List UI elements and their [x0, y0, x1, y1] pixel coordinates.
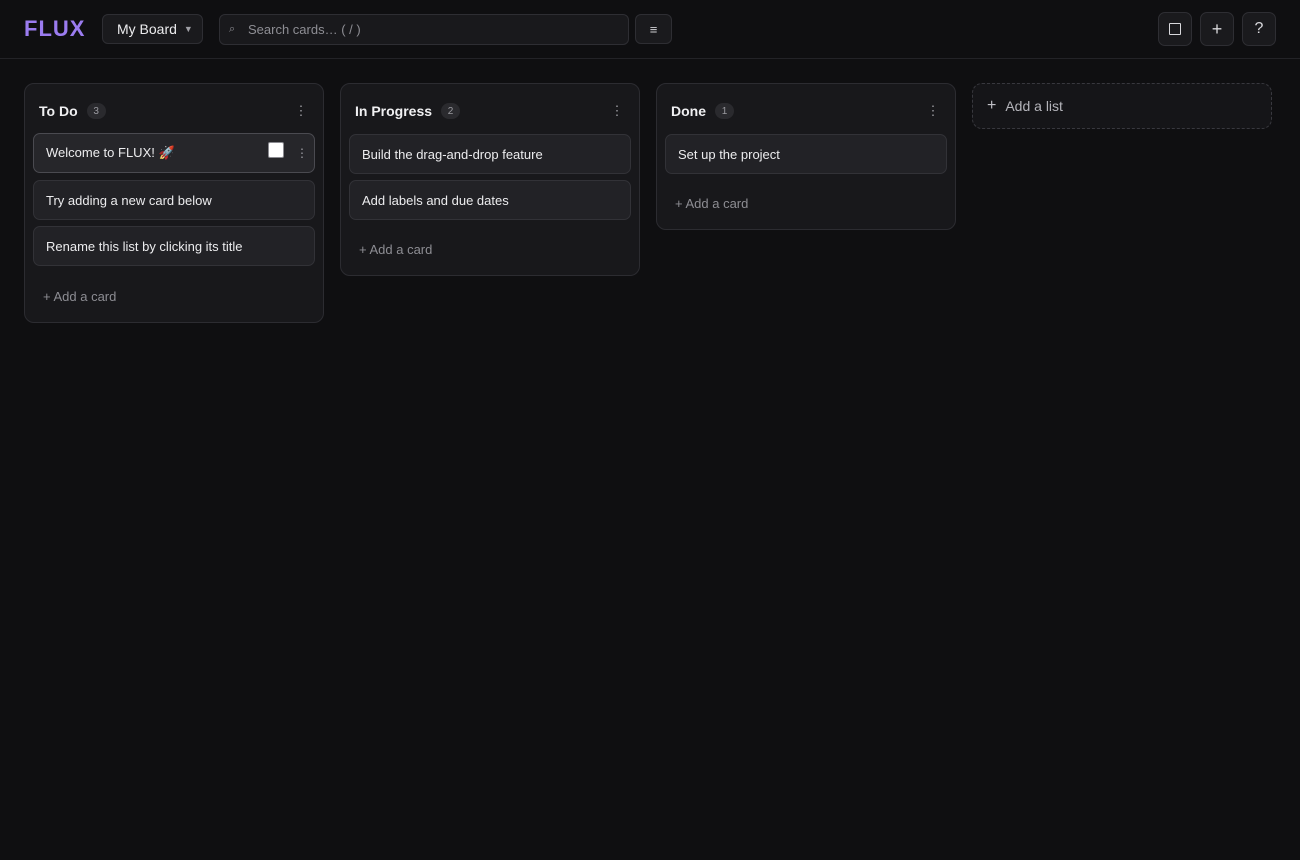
square-button[interactable] [1158, 12, 1192, 46]
search-input[interactable] [248, 15, 618, 44]
menu-icon: ≡ [649, 21, 658, 37]
card[interactable]: Try adding a new card below [33, 180, 315, 220]
card-title: Build the drag-and-drop feature [362, 146, 543, 162]
square-icon [1169, 23, 1181, 35]
search-icon: ⌕ [229, 23, 236, 35]
list-todo: To Do 3 ⋮ Welcome to FLUX! 🚀 ⋮ Try addin… [24, 83, 324, 323]
list-header: In Progress 2 ⋮ [355, 102, 629, 120]
help-button[interactable]: ? [1242, 12, 1276, 46]
card-title: Rename this list by clicking its title [46, 238, 243, 254]
card-title: Add labels and due dates [362, 192, 509, 208]
add-list-label: Add a list [1005, 98, 1063, 114]
search-box[interactable]: ⌕ [219, 14, 629, 45]
list-menu-icon[interactable]: ⋮ [609, 102, 625, 120]
board-selector[interactable]: My Board ▼ [102, 14, 203, 44]
card-count-badge: 1 [715, 103, 734, 119]
card-title: Try adding a new card below [46, 192, 212, 208]
card[interactable]: Set up the project [665, 134, 947, 174]
top-bar: FLUX My Board ▼ ⌕ ≡ + ? [0, 0, 1300, 59]
board-name: My Board [117, 21, 177, 37]
chevron-down-icon: ▼ [183, 24, 193, 34]
card-checkbox[interactable] [268, 142, 284, 158]
add-button[interactable]: + [1200, 12, 1234, 46]
card[interactable]: Build the drag-and-drop feature [349, 134, 631, 174]
card-count-badge: 2 [441, 103, 461, 119]
list-title[interactable]: In Progress [355, 103, 432, 119]
card-count-badge: 3 [86, 103, 106, 119]
list-title[interactable]: Done [671, 103, 706, 119]
help-icon: ? [1254, 20, 1264, 37]
card-title: Set up the project [678, 146, 780, 162]
add-card-button[interactable]: + Add a card [675, 196, 748, 211]
plus-icon: + [987, 97, 997, 114]
plus-icon: + [1211, 18, 1223, 39]
add-list-button[interactable]: + Add a list [972, 83, 1272, 129]
list-done: Done 1 ⋮ Set up the project + Add a card [656, 83, 956, 230]
list-menu-icon[interactable]: ⋮ [925, 102, 941, 120]
card-title: Welcome to FLUX! 🚀 [46, 145, 175, 160]
app-logo[interactable]: FLUX [24, 16, 85, 42]
list-menu-icon[interactable]: ⋮ [293, 102, 309, 120]
add-card-button[interactable]: + Add a card [43, 289, 116, 304]
card[interactable]: Add labels and due dates [349, 180, 631, 220]
card-menu-icon[interactable]: ⋮ [296, 144, 308, 162]
list-title[interactable]: To Do [39, 103, 78, 119]
filter-button[interactable]: ≡ [635, 14, 672, 44]
list-header: To Do 3 ⋮ [39, 102, 313, 120]
list-header: Done 1 ⋮ [671, 102, 945, 120]
add-card-button[interactable]: + Add a card [359, 242, 432, 257]
card[interactable]: Welcome to FLUX! 🚀 ⋮ [33, 133, 315, 173]
list-in-progress: In Progress 2 ⋮ Build the drag-and-drop … [340, 83, 640, 276]
card[interactable]: Rename this list by clicking its title [33, 226, 315, 266]
